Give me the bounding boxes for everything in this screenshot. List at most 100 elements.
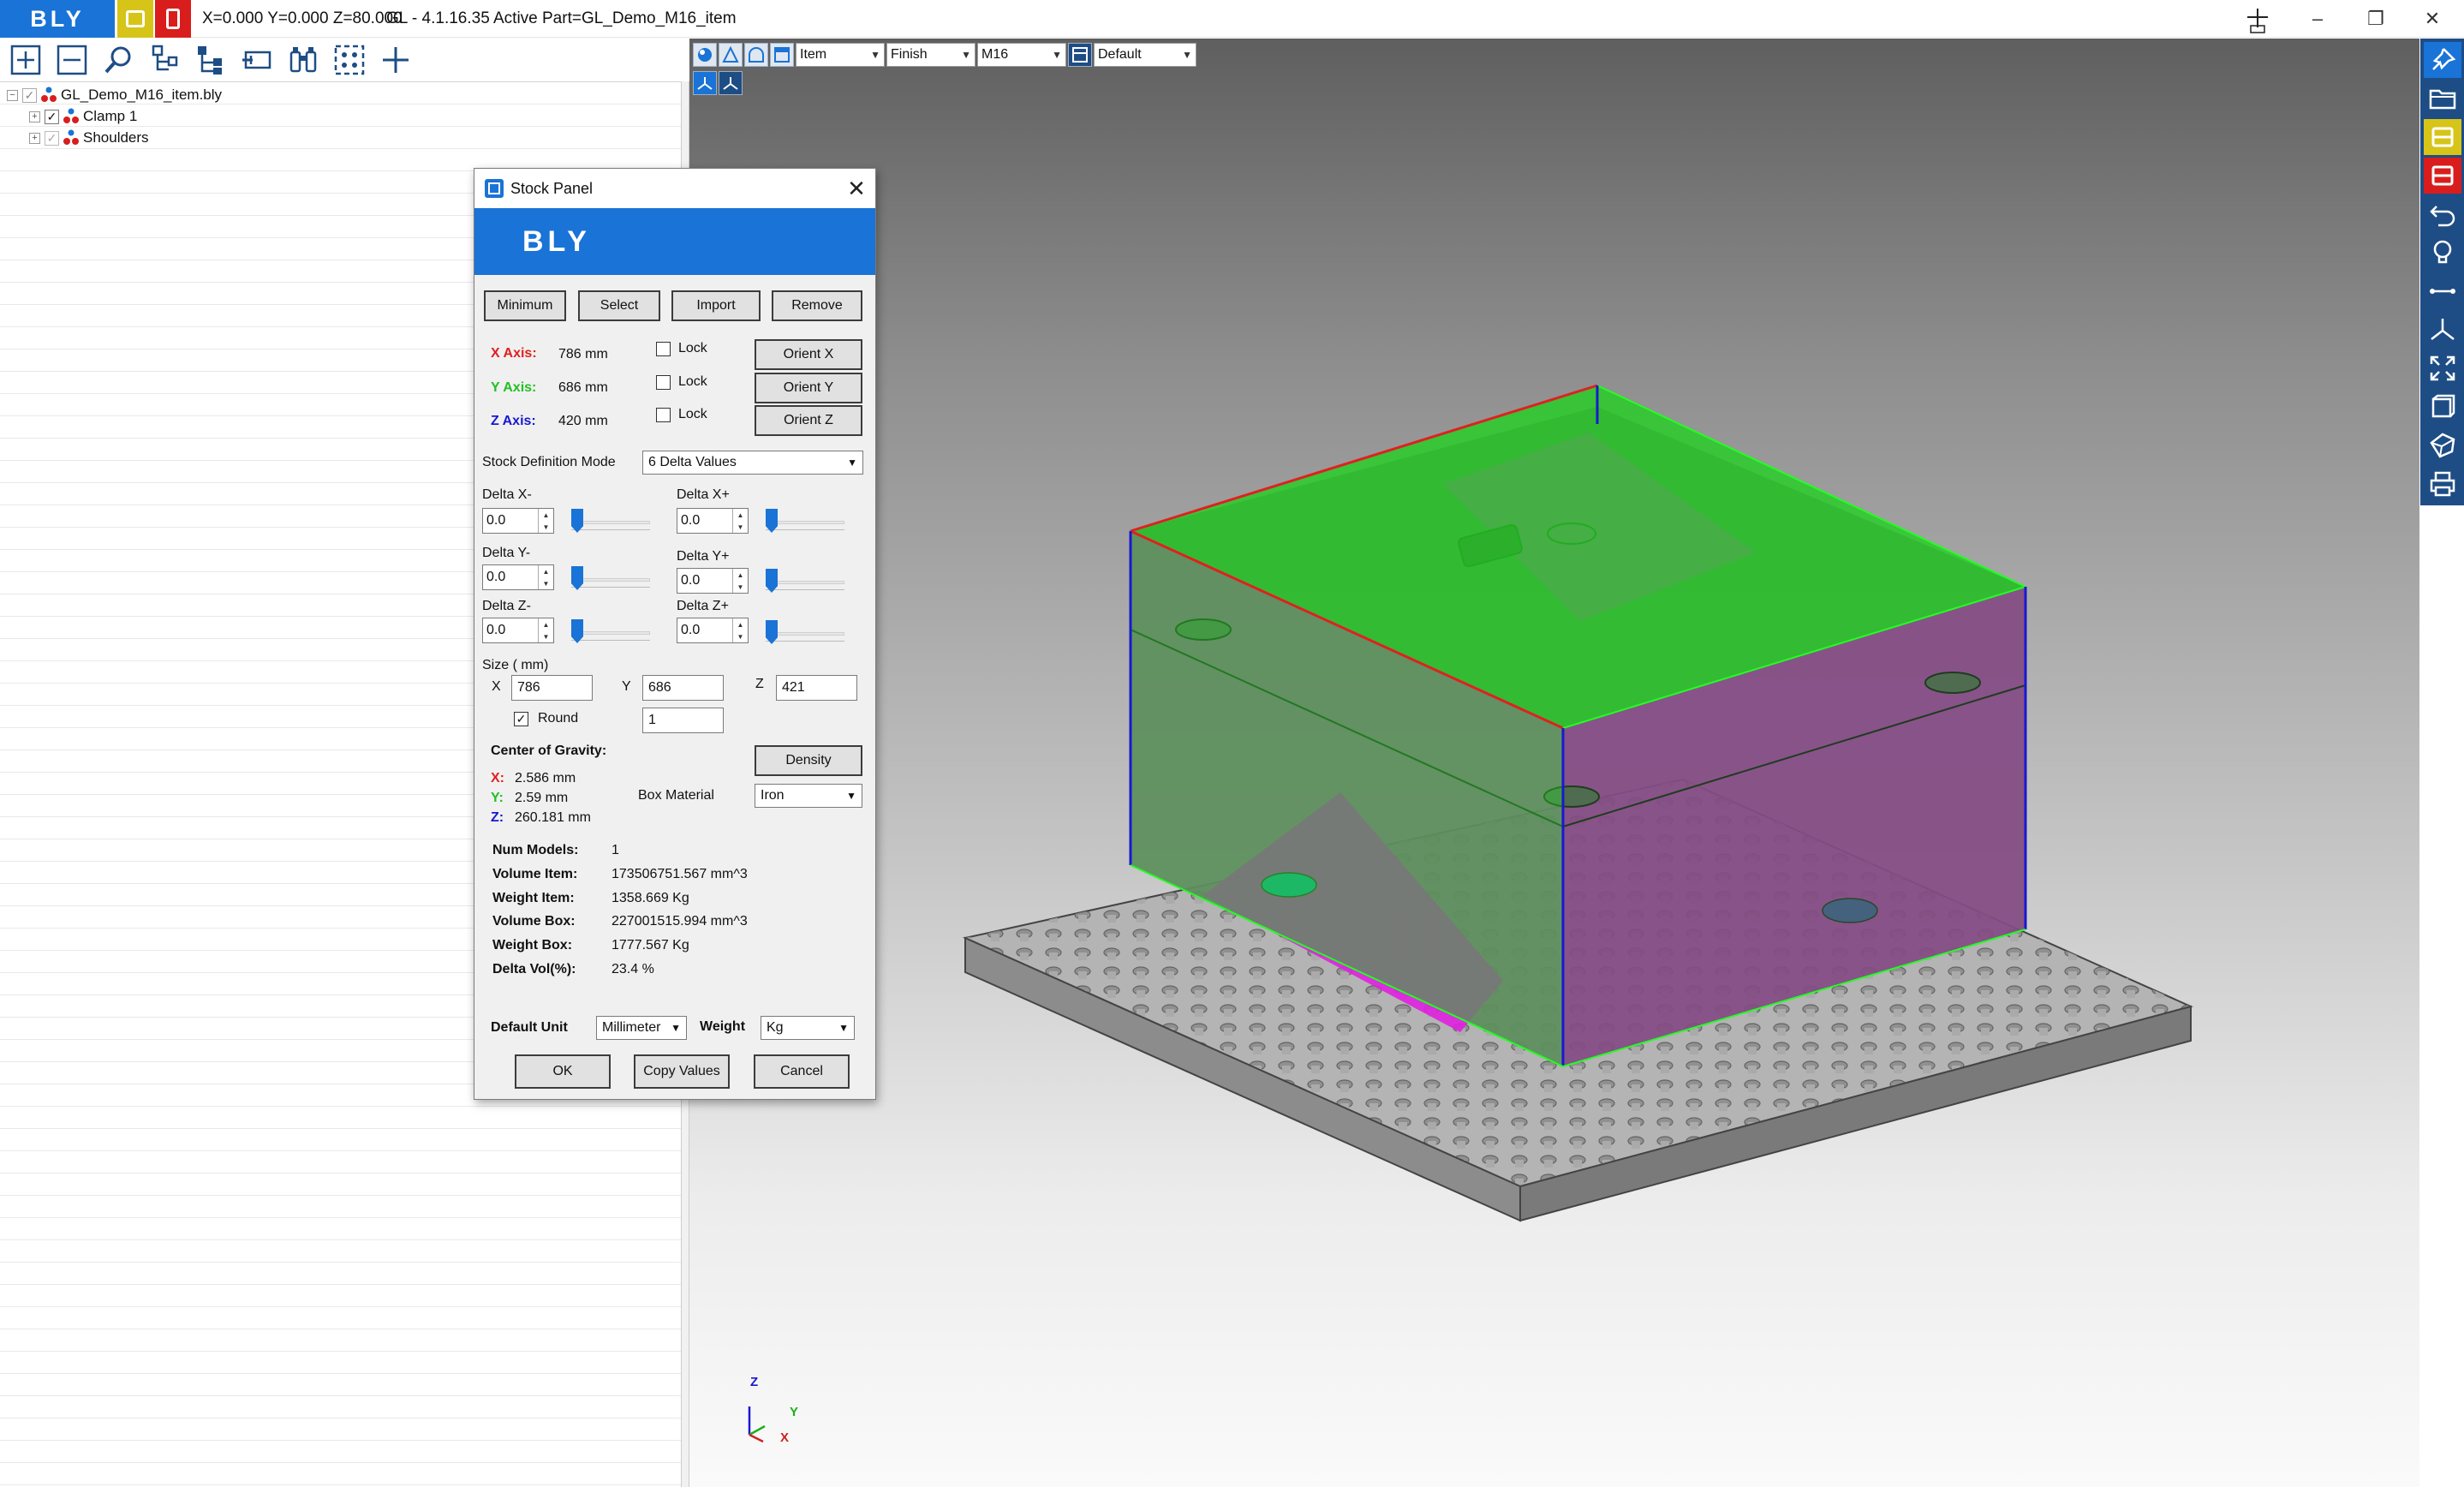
wireframe-view-button[interactable]	[719, 43, 743, 67]
orient-y-button[interactable]: Orient Y	[755, 373, 862, 403]
orient-x-button[interactable]: Orient X	[755, 339, 862, 370]
dialog-title-bar[interactable]: Stock Panel	[474, 169, 875, 208]
spinner-arrows[interactable]: ▲ ▼	[538, 618, 553, 642]
3d-viewport[interactable]: Z Y X Item ▼ Finish ▼ M16 ▼ Default ▼	[689, 39, 2419, 1487]
measure-distance-button[interactable]	[2424, 273, 2461, 309]
lock-y-label: Lock	[678, 374, 707, 389]
close-window-button[interactable]: ✕	[2405, 2, 2460, 36]
spinner-arrows[interactable]: ▲ ▼	[538, 565, 553, 589]
print-button[interactable]	[2424, 466, 2461, 502]
delta-x-minus-slider[interactable]	[571, 509, 650, 534]
expand-all-button[interactable]	[5, 40, 46, 80]
tree-item-label: Shoulders	[83, 129, 149, 146]
section-view-button[interactable]	[770, 43, 794, 67]
tree-item-root[interactable]: − ✓ GL_Demo_M16_item.bly	[7, 85, 222, 105]
round-checkbox[interactable]: ✓	[514, 712, 528, 726]
hint-button[interactable]	[2424, 235, 2461, 271]
select-button[interactable]: Select	[578, 290, 660, 321]
size-y-input[interactable]: 686	[642, 675, 724, 701]
search-button[interactable]	[98, 40, 139, 80]
iso-view-button[interactable]	[693, 71, 717, 95]
shaded-view-button[interactable]	[693, 43, 717, 67]
tree-link-button[interactable]	[144, 40, 185, 80]
default-unit-select[interactable]: Millimeter ▼	[596, 1016, 687, 1040]
spinner-arrows[interactable]: ▲ ▼	[538, 509, 553, 533]
red-part-button[interactable]	[155, 0, 191, 38]
delta-x-plus-input[interactable]: 0.0 ▲ ▼	[677, 508, 749, 534]
m16-combo[interactable]: M16 ▼	[977, 43, 1066, 67]
axis-z-label: Z	[750, 1375, 759, 1389]
expand-toggle[interactable]: +	[29, 110, 40, 122]
collapse-toggle[interactable]: −	[7, 89, 18, 101]
tree-item-shoulders[interactable]: + ✓ Shoulders	[29, 128, 149, 148]
bly-logo[interactable]: BLY	[0, 0, 115, 38]
layout-button[interactable]	[1068, 43, 1092, 67]
coordinate-readout: X=0.000 Y=0.000 Z=80.000	[202, 9, 403, 27]
stock-mode-select[interactable]: 6 Delta Values ▼	[642, 451, 863, 475]
import-button[interactable]: Import	[671, 290, 761, 321]
fit-selection-button[interactable]	[329, 40, 370, 80]
add-button[interactable]	[375, 40, 416, 80]
minimum-button[interactable]: Minimum	[484, 290, 566, 321]
finish-combo[interactable]: Finish ▼	[886, 43, 975, 67]
stock-button[interactable]	[2423, 119, 2461, 155]
box-material-select[interactable]: Iron ▼	[755, 784, 862, 808]
collapse-all-button[interactable]	[51, 40, 92, 80]
iso-view-alt-button[interactable]	[719, 71, 743, 95]
delta-z-minus-slider[interactable]	[571, 619, 650, 645]
shoulders-checkbox[interactable]: ✓	[45, 130, 59, 146]
axes-button[interactable]	[2424, 312, 2461, 348]
measure-button[interactable]	[236, 40, 277, 80]
part-button[interactable]	[2423, 158, 2461, 194]
spinner-arrows[interactable]: ▲ ▼	[732, 509, 748, 533]
lock-z-checkbox[interactable]	[656, 408, 671, 422]
tree-structure-button[interactable]	[190, 40, 231, 80]
cancel-button[interactable]: Cancel	[754, 1054, 850, 1089]
delta-y-plus-slider[interactable]	[766, 569, 844, 594]
root-checkbox[interactable]: ✓	[22, 87, 37, 103]
orient-z-button[interactable]: Orient Z	[755, 405, 862, 436]
cursor-icon	[2247, 9, 2268, 33]
clamp-checkbox[interactable]: ✓	[45, 109, 59, 124]
render-button[interactable]	[2424, 427, 2461, 463]
copy-values-button[interactable]: Copy Values	[634, 1054, 730, 1089]
tree-item-clamp[interactable]: + ✓ Clamp 1	[29, 106, 137, 127]
delta-z-plus-input[interactable]: 0.0 ▲ ▼	[677, 618, 749, 643]
size-z-input[interactable]: 421	[776, 675, 857, 701]
expand-toggle[interactable]: +	[29, 132, 40, 144]
spinner-arrows[interactable]: ▲ ▼	[732, 618, 748, 642]
delta-z-plus-slider[interactable]	[766, 620, 844, 646]
default-combo[interactable]: Default ▼	[1094, 43, 1196, 67]
minimize-button[interactable]: –	[2290, 2, 2345, 36]
default-unit-value: Millimeter	[602, 1020, 661, 1035]
stock-mode-label: Stock Definition Mode	[482, 455, 616, 469]
delta-x-minus-input[interactable]: 0.0 ▲ ▼	[482, 508, 554, 534]
delta-y-minus-slider[interactable]	[571, 566, 650, 592]
delta-y-plus-input[interactable]: 0.0 ▲ ▼	[677, 568, 749, 594]
pin-button[interactable]	[2423, 42, 2461, 78]
round-input[interactable]: 1	[642, 708, 724, 733]
yellow-stock-button[interactable]	[117, 0, 153, 38]
dialog-close-button[interactable]: ✕	[841, 174, 872, 203]
maximize-button[interactable]: ❐	[2348, 2, 2403, 36]
undo-button[interactable]	[2424, 196, 2461, 232]
size-x-input[interactable]: 786	[511, 675, 593, 701]
lock-x-checkbox[interactable]	[656, 342, 671, 356]
cube-view-button[interactable]	[2424, 389, 2461, 425]
item-combo[interactable]: Item ▼	[796, 43, 885, 67]
binoculars-button[interactable]	[283, 40, 324, 80]
hierarchy-icon	[152, 45, 178, 71]
delta-z-minus-input[interactable]: 0.0 ▲ ▼	[482, 618, 554, 643]
remove-button[interactable]: Remove	[772, 290, 862, 321]
fit-view-button[interactable]	[2424, 350, 2461, 386]
weight-unit-select[interactable]: Kg ▼	[761, 1016, 855, 1040]
surface-view-button[interactable]	[744, 43, 768, 67]
lock-y-checkbox[interactable]	[656, 375, 671, 390]
lock-z-label: Lock	[678, 407, 707, 421]
delta-y-minus-input[interactable]: 0.0 ▲ ▼	[482, 564, 554, 590]
ok-button[interactable]: OK	[515, 1054, 611, 1089]
open-folder-button[interactable]	[2424, 81, 2461, 116]
delta-x-plus-slider[interactable]	[766, 509, 844, 534]
spinner-arrows[interactable]: ▲ ▼	[732, 569, 748, 593]
density-button[interactable]: Density	[755, 745, 862, 776]
